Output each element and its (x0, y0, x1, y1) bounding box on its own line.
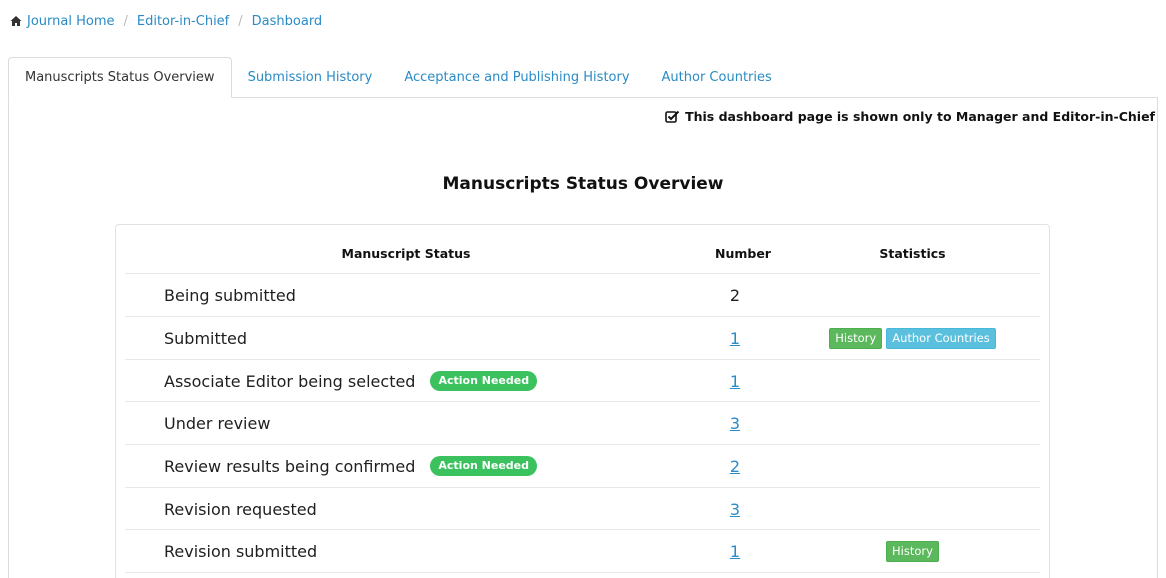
statistics-cell (825, 488, 1000, 530)
column-header-number: Number (715, 246, 771, 261)
author-countries-button[interactable]: Author Countries (886, 327, 996, 349)
breadcrumb-dashboard[interactable]: Dashboard (252, 14, 323, 29)
tab-manuscripts-status-overview[interactable]: Manuscripts Status Overview (8, 57, 232, 98)
page-title: Manuscripts Status Overview (442, 174, 724, 194)
action-needed-badge: Action Needed (430, 456, 537, 476)
breadcrumb-journal-home[interactable]: Journal Home (27, 14, 114, 29)
status-label-text: Review results being confirmed (164, 456, 416, 476)
status-label: Revision requested (164, 499, 317, 519)
history-button[interactable]: History (886, 540, 939, 562)
dashboard-tabs: Manuscripts Status Overview Submission H… (8, 57, 1158, 98)
home-icon (10, 16, 22, 26)
tab-submission-history[interactable]: Submission History (232, 57, 389, 98)
statistics-cell (825, 445, 1000, 487)
table-row: Revision submitted 1 History (125, 529, 1040, 572)
action-needed-badge: Action Needed (430, 371, 538, 391)
breadcrumb: Journal Home / Editor-in-Chief / Dashboa… (10, 12, 322, 30)
status-count-link[interactable]: 1 (715, 317, 755, 359)
visibility-notice-text: This dashboard page is shown only to Man… (685, 109, 1155, 124)
status-label: Under review (164, 413, 271, 433)
status-label: Review results being confirmed Action Ne… (164, 445, 537, 487)
tab-acceptance-publishing-history[interactable]: Acceptance and Publishing History (388, 57, 645, 98)
checkbox-checked-icon (665, 110, 680, 123)
breadcrumb-editor-in-chief[interactable]: Editor-in-Chief (137, 14, 229, 29)
column-header-manuscript-status: Manuscript Status (341, 246, 471, 261)
table-row: Submitted 1 History Author Countries (125, 316, 1040, 359)
status-count-link[interactable]: 1 (715, 360, 755, 402)
status-label-text: Associate Editor being selected (164, 371, 416, 391)
status-label: Submitted (164, 328, 248, 348)
status-count: 2 (729, 285, 741, 305)
status-count-link[interactable]: 1 (715, 530, 755, 572)
breadcrumb-separator: / (238, 13, 243, 29)
visibility-notice: This dashboard page is shown only to Man… (665, 109, 1155, 124)
statistics-cell: History (825, 530, 1000, 572)
statistics-cell: History Author Countries (825, 317, 1000, 359)
table-row: Review results being confirmed Action Ne… (125, 444, 1040, 487)
status-label: Being submitted (164, 285, 296, 305)
status-count-link[interactable]: 3 (715, 488, 755, 530)
table-row: Being submitted 2 (125, 273, 1040, 316)
status-count-link[interactable]: 2 (715, 445, 755, 487)
table-row-divider (125, 572, 1040, 578)
table-row: Revision requested 3 (125, 487, 1040, 530)
statistics-cell (825, 274, 1000, 316)
table-row: Under review 3 (125, 401, 1040, 444)
status-count-link[interactable]: 3 (715, 402, 755, 444)
tab-author-countries[interactable]: Author Countries (646, 57, 788, 98)
table-row: Associate Editor being selected Action N… (125, 359, 1040, 402)
statistics-cell (825, 402, 1000, 444)
status-label: Revision submitted (164, 541, 318, 561)
statistics-cell (825, 360, 1000, 402)
status-label: Associate Editor being selected Action N… (164, 360, 538, 402)
breadcrumb-separator: / (123, 13, 128, 29)
column-header-statistics: Statistics (879, 246, 946, 261)
history-button[interactable]: History (829, 327, 883, 349)
